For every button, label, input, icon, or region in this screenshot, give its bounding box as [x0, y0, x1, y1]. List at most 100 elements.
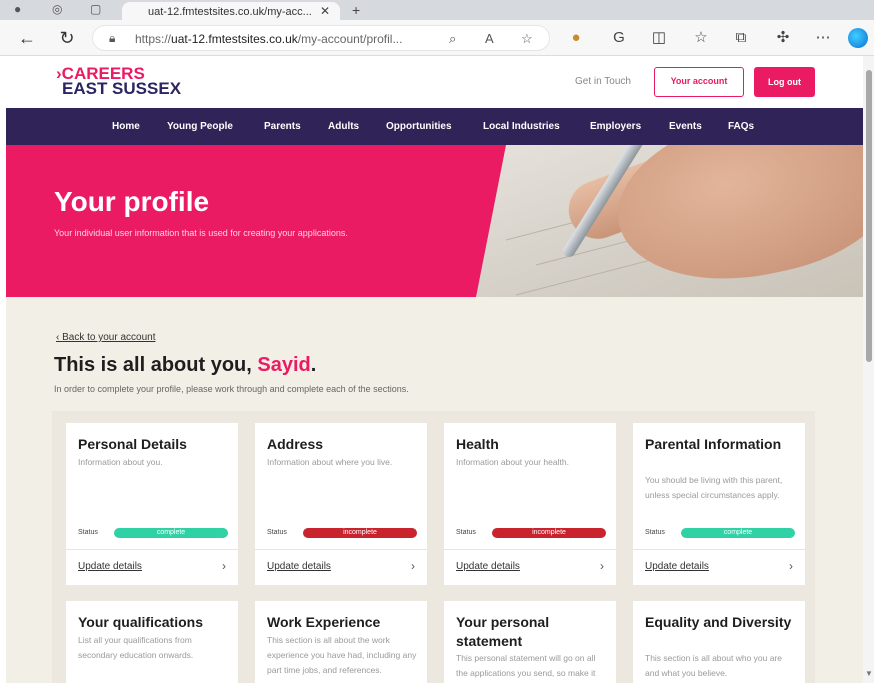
- card-description: Information about your health.: [456, 457, 569, 467]
- headline-suffix: .: [310, 354, 317, 376]
- your-account-button[interactable]: Your account: [654, 67, 744, 97]
- back-link-label: Back to your account: [62, 332, 156, 343]
- profile-g-icon[interactable]: G: [608, 27, 630, 49]
- nav-item-home[interactable]: Home: [112, 121, 140, 132]
- card-description: You should be living with this parent, u…: [645, 475, 783, 500]
- card-description: Information about where you live.: [267, 457, 393, 467]
- refresh-icon[interactable]: ↻: [56, 27, 78, 49]
- extensions-puzzle-icon[interactable]: ✣: [772, 27, 794, 49]
- close-tab-icon[interactable]: ✕: [320, 4, 330, 18]
- profile-sections-panel: Personal Details Information about you. …: [52, 411, 815, 683]
- card-your-qualifications: Your qualifications List all your qualif…: [66, 601, 238, 683]
- status-label: Status: [456, 529, 476, 536]
- divider: [255, 549, 427, 550]
- hero-panel: [6, 145, 476, 297]
- nav-item-adults[interactable]: Adults: [328, 121, 359, 132]
- card-parental-information: Parental Information You should be livin…: [633, 423, 805, 585]
- chevron-right-icon[interactable]: ›: [411, 559, 415, 573]
- nav-item-faqs[interactable]: FAQs: [728, 121, 754, 132]
- log-out-button[interactable]: Log out: [754, 67, 815, 97]
- back-to-account-link[interactable]: ‹ Back to your account: [56, 332, 156, 343]
- card-equality-and-diversity: Equality and Diversity This section is a…: [633, 601, 805, 683]
- status-label: Status: [267, 529, 287, 536]
- url-host: uat-12.fmtestsites.co.uk: [171, 32, 298, 46]
- card-personal-statement: Your personal statement This personal st…: [444, 601, 616, 683]
- nav-item-opportunities[interactable]: Opportunities: [386, 121, 452, 132]
- profile-icon[interactable]: ●: [14, 2, 28, 16]
- collections-icon[interactable]: ⧉: [730, 27, 752, 49]
- favorite-star-icon[interactable]: ☆: [521, 31, 533, 47]
- card-address: Address Information about where you live…: [255, 423, 427, 585]
- tab-actions-icon[interactable]: ▢: [90, 2, 104, 16]
- new-tab-icon[interactable]: +: [352, 2, 360, 18]
- site-header: ›CAREERS EAST SUSSEX Get in Touch Your a…: [6, 56, 863, 108]
- more-icon[interactable]: ⋯: [812, 27, 834, 49]
- page-title: Your profile: [54, 186, 210, 217]
- update-details-link[interactable]: Update details: [645, 561, 709, 572]
- update-details-link[interactable]: Update details: [267, 561, 331, 572]
- url-prefix: https://: [135, 32, 172, 46]
- extension-icon[interactable]: ●: [565, 27, 587, 49]
- card-description: This section is all about the work exper…: [267, 635, 417, 675]
- divider: [444, 549, 616, 550]
- profile-headline: This is all about you, Sayid.: [54, 354, 316, 377]
- address-bar[interactable]: 🔒︎ https://uat-12.fmtestsites.co.uk/my-a…: [92, 25, 550, 51]
- scrollbar-thumb[interactable]: [866, 70, 872, 362]
- favorites-icon[interactable]: ☆: [690, 27, 712, 49]
- nav-item-young-people[interactable]: Young People: [167, 121, 233, 132]
- status-badge: complete: [681, 528, 795, 538]
- edge-copilot-icon[interactable]: [848, 28, 868, 48]
- card-title: Personal Details: [78, 436, 187, 452]
- get-in-touch-link[interactable]: Get in Touch: [575, 76, 631, 87]
- tab-title: uat-12.fmtestsites.co.uk/my-acc...: [148, 6, 312, 18]
- status-badge: incomplete: [303, 528, 417, 538]
- card-title: Address: [267, 436, 324, 452]
- status-badge: incomplete: [492, 528, 606, 538]
- page-subtitle: Your individual user information that is…: [54, 228, 348, 238]
- divider: [633, 549, 805, 550]
- workspaces-icon[interactable]: ◎: [52, 2, 66, 16]
- hero-banner: Your profile Your individual user inform…: [6, 145, 863, 297]
- card-title: Your qualifications: [78, 614, 203, 630]
- card-description: List all your qualifications from second…: [78, 635, 194, 660]
- card-description: This personal statement will go on all t…: [456, 653, 596, 678]
- browser-tab[interactable]: uat-12.fmtestsites.co.uk/my-acc... ✕: [122, 2, 340, 20]
- hero-diagonal: [446, 145, 506, 297]
- update-details-link[interactable]: Update details: [78, 561, 142, 572]
- nav-item-parents[interactable]: Parents: [264, 121, 301, 132]
- browser-tab-strip: ● ◎ ▢ uat-12.fmtestsites.co.uk/my-acc...…: [0, 0, 874, 20]
- card-title: Your personal statement: [456, 614, 550, 649]
- scroll-down-arrow-icon[interactable]: ▼: [865, 669, 873, 678]
- chevron-right-icon[interactable]: ›: [600, 559, 604, 573]
- profile-intro: In order to complete your profile, pleas…: [54, 384, 409, 394]
- card-personal-details: Personal Details Information about you. …: [66, 423, 238, 585]
- status-badge: complete: [114, 528, 228, 538]
- headline-text: This is all about you,: [54, 354, 258, 376]
- card-title: Equality and Diversity: [645, 614, 792, 630]
- update-details-link[interactable]: Update details: [456, 561, 520, 572]
- back-arrow-icon[interactable]: ←: [16, 27, 38, 49]
- user-name: Sayid: [257, 354, 311, 376]
- nav-item-local-industries[interactable]: Local Industries: [483, 121, 560, 132]
- status-label: Status: [645, 529, 665, 536]
- main-nav: Home Young People Parents Adults Opportu…: [6, 108, 863, 145]
- read-aloud-icon[interactable]: A: [485, 31, 494, 46]
- split-screen-icon[interactable]: ◫: [648, 27, 670, 49]
- nav-item-employers[interactable]: Employers: [590, 121, 641, 132]
- browser-toolbar: ← ↻ 🔒︎ https://uat-12.fmtestsites.co.uk/…: [0, 20, 874, 56]
- zoom-icon[interactable]: ⌕: [449, 31, 456, 47]
- card-description: This section is all about who you are an…: [645, 653, 783, 678]
- profile-content: ‹ Back to your account This is all about…: [6, 297, 863, 683]
- card-title: Parental Information: [645, 436, 782, 452]
- chevron-right-icon[interactable]: ›: [789, 559, 793, 573]
- logo-line2[interactable]: EAST SUSSEX: [62, 79, 181, 99]
- status-label: Status: [78, 529, 98, 536]
- lock-icon[interactable]: 🔒︎: [109, 31, 115, 46]
- chevron-right-icon[interactable]: ›: [222, 559, 226, 573]
- divider: [66, 549, 238, 550]
- card-description: Information about you.: [78, 457, 163, 467]
- card-health: Health Information about your health. St…: [444, 423, 616, 585]
- card-work-experience: Work Experience This section is all abou…: [255, 601, 427, 683]
- nav-item-events[interactable]: Events: [669, 121, 702, 132]
- card-title: Health: [456, 436, 499, 452]
